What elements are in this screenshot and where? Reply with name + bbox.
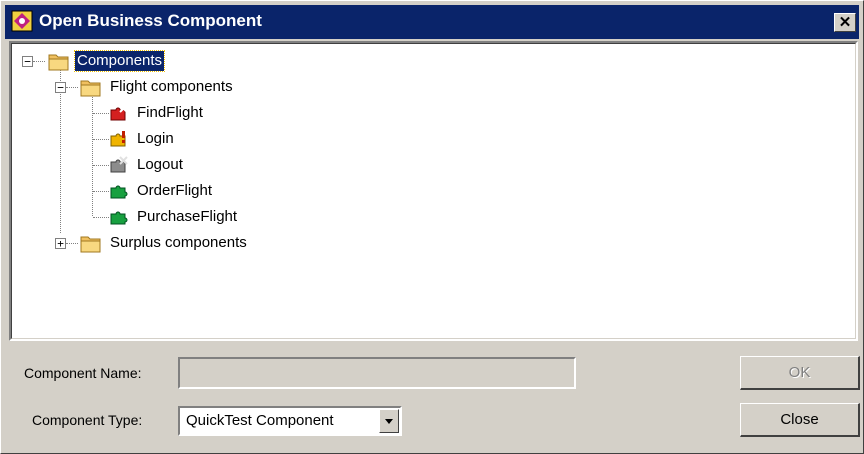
component-type-label: Component Type: (32, 412, 143, 428)
tree-node-components[interactable]: − Components (12, 50, 212, 74)
collapse-toggle[interactable]: − (22, 56, 33, 67)
tree-node-orderflight[interactable]: OrderFlight (12, 180, 252, 204)
tree-node-label: Login (137, 130, 174, 147)
close-icon: ✕ (838, 14, 852, 31)
component-warning-icon (110, 131, 126, 147)
tree-node-logout[interactable]: Logout (12, 154, 252, 178)
component-error-icon (110, 104, 128, 121)
tree-node-label: Surplus components (110, 234, 247, 251)
folder-icon (48, 54, 69, 71)
folder-icon (80, 80, 101, 97)
ok-button[interactable]: OK (740, 356, 860, 390)
close-button[interactable]: Close (740, 403, 860, 437)
tree-node-label: Flight components (110, 78, 233, 95)
tree-node-flight-components[interactable]: − Flight components (12, 76, 272, 100)
component-inactive-icon (110, 156, 128, 173)
component-tree[interactable]: − Components − Flight components FindFli… (9, 41, 858, 341)
tree-node-findflight[interactable]: FindFlight (12, 102, 252, 126)
tree-node-label: FindFlight (137, 104, 203, 121)
component-ready-icon (110, 185, 128, 199)
close-window-button[interactable]: ✕ (834, 13, 856, 32)
collapse-toggle[interactable]: − (55, 82, 66, 93)
component-name-field[interactable] (178, 357, 576, 389)
component-ready-icon (110, 211, 128, 225)
tree-node-purchaseflight[interactable]: PurchaseFlight (12, 206, 272, 230)
tree-node-label: Logout (137, 156, 183, 173)
component-type-value: QuickTest Component (186, 412, 334, 429)
tree-node-label: PurchaseFlight (137, 208, 238, 225)
window-title: Open Business Component (39, 11, 262, 30)
folder-icon (80, 236, 101, 253)
business-component-icon (11, 10, 33, 32)
component-name-label: Component Name: (24, 365, 142, 381)
expand-toggle[interactable]: + (55, 238, 66, 249)
open-business-component-dialog: Open Business Component ✕ − Components −… (0, 0, 864, 454)
dropdown-arrow-icon[interactable] (379, 409, 399, 433)
tree-node-login[interactable]: Login (12, 128, 252, 152)
tree-node-label: OrderFlight (137, 182, 213, 199)
title-bar[interactable]: Open Business Component ✕ (5, 5, 859, 39)
component-type-select[interactable]: QuickTest Component (178, 406, 402, 436)
tree-node-label: Components (73, 50, 166, 72)
tree-node-surplus-components[interactable]: + Surplus components (12, 232, 292, 256)
